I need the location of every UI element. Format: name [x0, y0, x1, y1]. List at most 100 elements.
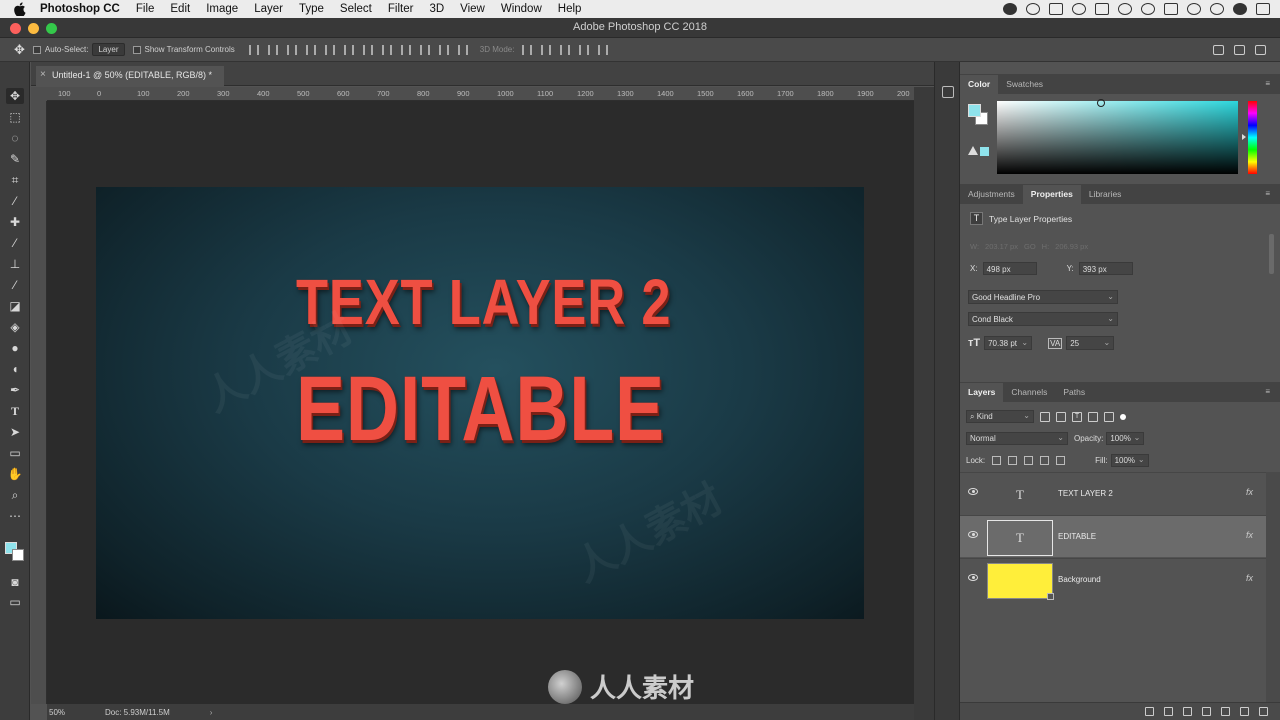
canvas-workspace[interactable]: TEXT LAYER 2 EDITABLE 人人素材 人人素材	[47, 101, 914, 704]
paint-bucket-tool-icon[interactable]: ◈	[6, 319, 24, 335]
time-machine-icon[interactable]	[1118, 3, 1132, 15]
layer-row-editable[interactable]: T EDITABLE fx	[960, 515, 1266, 557]
volume-icon[interactable]	[1164, 3, 1178, 15]
y-position-field[interactable]: 393 px	[1078, 262, 1133, 275]
tracking-field[interactable]: 25 ⌄	[1066, 336, 1115, 350]
layer-effects-icon[interactable]: fx	[1246, 487, 1253, 497]
blur-tool-icon[interactable]: ●	[6, 340, 24, 356]
font-family-dropdown[interactable]: Good Headline Pro ⌄	[968, 290, 1118, 304]
show-transform-checkbox[interactable]	[132, 45, 141, 54]
notification-center-icon[interactable]	[1256, 3, 1270, 15]
zoom-level[interactable]: 50%	[47, 708, 85, 717]
menu-help[interactable]: Help	[550, 3, 590, 15]
distribute-left-icon[interactable]	[419, 44, 430, 55]
more-tools-icon[interactable]: ⋯	[6, 508, 24, 524]
vertical-ruler[interactable]	[31, 101, 47, 704]
lasso-tool-icon[interactable]: ◌	[6, 130, 24, 146]
menu-edit[interactable]: Edit	[162, 3, 198, 15]
hue-slider-handle[interactable]	[1242, 134, 1246, 140]
new-group-icon[interactable]	[1221, 707, 1230, 716]
move-tool-icon[interactable]: ✥	[14, 42, 25, 58]
x-position-field[interactable]: 498 px	[982, 262, 1037, 275]
filter-shape-icon[interactable]	[1088, 411, 1098, 422]
canvas-text-layer-2[interactable]: TEXT LAYER 2	[296, 265, 671, 339]
align-left-icon[interactable]	[305, 44, 316, 55]
clone-stamp-tool-icon[interactable]: ⊥	[6, 256, 24, 272]
out-of-gamut-warning-icon[interactable]	[968, 146, 978, 155]
menu-file[interactable]: File	[128, 3, 163, 15]
lock-image-icon[interactable]	[1008, 456, 1018, 465]
web-safe-color-swatch[interactable]	[980, 147, 989, 156]
ruler-origin[interactable]	[31, 87, 47, 101]
lock-artboard-icon[interactable]	[1040, 456, 1050, 465]
tab-properties[interactable]: Properties	[1022, 185, 1081, 204]
delete-layer-icon[interactable]	[1259, 707, 1268, 716]
creative-cloud-icon[interactable]	[1003, 3, 1017, 15]
lock-position-icon[interactable]	[1024, 456, 1034, 465]
canvas-text-editable[interactable]: EDITABLE	[296, 357, 665, 462]
font-size-field[interactable]: 70.38 pt ⌄	[984, 336, 1033, 350]
distribute-middle-icon[interactable]	[381, 44, 392, 55]
layer-name[interactable]: Background	[1058, 575, 1101, 584]
distribute-right-icon[interactable]	[457, 44, 468, 55]
menu-filter[interactable]: Filter	[380, 3, 422, 15]
align-center-icon[interactable]	[324, 44, 335, 55]
tab-libraries[interactable]: Libraries	[1081, 185, 1130, 204]
align-middle-icon[interactable]	[267, 44, 278, 55]
share-icon[interactable]	[1255, 44, 1266, 55]
menu-3d[interactable]: 3D	[421, 3, 452, 15]
tab-adjustments[interactable]: Adjustments	[960, 185, 1023, 204]
filter-type-icon[interactable]: T	[1072, 411, 1082, 422]
close-icon[interactable]: ×	[40, 69, 46, 80]
add-style-icon[interactable]	[1164, 707, 1173, 716]
brush-tool-icon[interactable]: ⁄	[6, 235, 24, 251]
hue-slider[interactable]	[1248, 101, 1257, 174]
dodge-tool-icon[interactable]: ◖	[6, 361, 24, 377]
move-tool-icon[interactable]: ✥	[6, 88, 24, 104]
eraser-tool-icon[interactable]: ◪	[6, 298, 24, 314]
filter-smart-object-icon[interactable]	[1104, 411, 1114, 422]
layer-effects-icon[interactable]: fx	[1246, 530, 1253, 540]
quick-select-tool-icon[interactable]: ✎	[6, 151, 24, 167]
chevron-right-icon[interactable]: ›	[210, 708, 213, 717]
clock-icon[interactable]	[1187, 3, 1201, 15]
filter-adjustment-icon[interactable]	[1056, 411, 1066, 422]
screen-mode-icon[interactable]: ▭	[6, 594, 24, 610]
display-icon[interactable]	[1095, 3, 1109, 15]
visibility-eye-icon[interactable]	[968, 488, 978, 495]
visibility-eye-icon[interactable]	[968, 574, 978, 581]
layer-name[interactable]: TEXT LAYER 2	[1058, 489, 1113, 498]
layer-row-background[interactable]: Background fx	[960, 558, 1266, 600]
menu-image[interactable]: Image	[198, 3, 246, 15]
siri-icon[interactable]	[1233, 3, 1247, 15]
tab-color[interactable]: Color	[960, 75, 999, 94]
workspace-icon[interactable]	[1234, 44, 1245, 55]
3d-slide-icon[interactable]	[579, 44, 590, 55]
skype-icon[interactable]	[1049, 3, 1063, 15]
wifi-icon[interactable]	[1141, 3, 1155, 15]
layers-scrollbar[interactable]	[1266, 472, 1280, 702]
horizontal-ruler[interactable]: 100 0 100 200 300 400 500 600 700 800 90…	[47, 87, 914, 101]
search-icon[interactable]	[1210, 3, 1224, 15]
hand-tool-icon[interactable]: ✋	[6, 466, 24, 482]
layer-row-text-layer-2[interactable]: T TEXT LAYER 2 fx	[960, 472, 1266, 514]
menu-select[interactable]: Select	[332, 3, 380, 15]
pen-tool-icon[interactable]: ✒	[6, 382, 24, 398]
document-tab[interactable]: × Untitled-1 @ 50% (EDITABLE, RGB/8) *	[36, 66, 225, 86]
visibility-eye-icon[interactable]	[968, 531, 978, 538]
3d-orbit-icon[interactable]	[522, 44, 533, 55]
history-brush-tool-icon[interactable]: ⁄	[6, 277, 24, 293]
distribute-top-icon[interactable]	[362, 44, 373, 55]
sync-icon[interactable]	[1026, 3, 1040, 15]
layer-effects-icon[interactable]: fx	[1246, 573, 1253, 583]
properties-scrollbar[interactable]	[1269, 234, 1274, 274]
menu-window[interactable]: Window	[493, 3, 550, 15]
menu-layer[interactable]: Layer	[246, 3, 291, 15]
quick-mask-icon[interactable]: ◙	[6, 574, 24, 590]
fill-field[interactable]: 100% ⌄	[1110, 454, 1149, 467]
apple-icon[interactable]	[12, 2, 28, 16]
3d-roll-icon[interactable]	[541, 44, 552, 55]
zoom-tool-icon[interactable]: ⌕	[6, 487, 24, 503]
lock-transparent-icon[interactable]	[992, 456, 1002, 465]
layer-name[interactable]: EDITABLE	[1058, 532, 1096, 541]
